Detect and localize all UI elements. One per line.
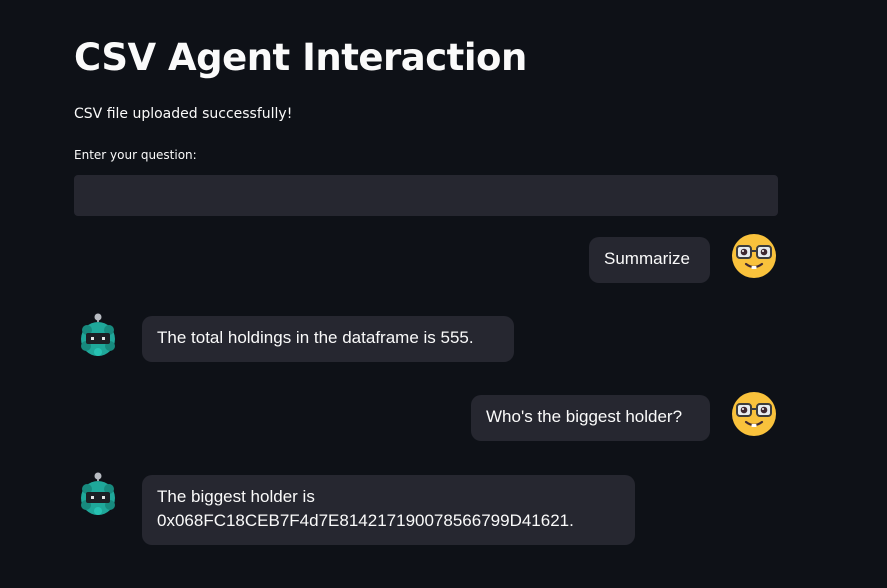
assistant-message-bubble: The biggest holder is 0x068FC18CEB7F4d7E… [142,475,635,545]
assistant-message-text: The biggest holder is [157,487,315,506]
nerd-face-icon [731,391,777,437]
robot-icon [77,472,119,516]
user-message-bubble: Who's the biggest holder? [471,395,710,441]
assistant-message-bubble: The total holdings in the dataframe is 5… [142,316,514,362]
page-title: CSV Agent Interaction [74,36,527,79]
question-input[interactable] [74,175,778,216]
assistant-message-text: The total holdings in the dataframe is 5… [157,328,474,347]
upload-status-message: CSV file uploaded successfully! [74,106,293,122]
user-message-bubble: Summarize [589,237,710,283]
user-message-text: Who's the biggest holder? [486,407,683,426]
question-input-label: Enter your question: [74,148,197,162]
user-message-text: Summarize [604,249,690,268]
holder-address-text: 0x068FC18CEB7F4d7E814217190078566799D416… [157,511,574,530]
nerd-face-icon [731,233,777,279]
robot-icon [77,313,119,357]
